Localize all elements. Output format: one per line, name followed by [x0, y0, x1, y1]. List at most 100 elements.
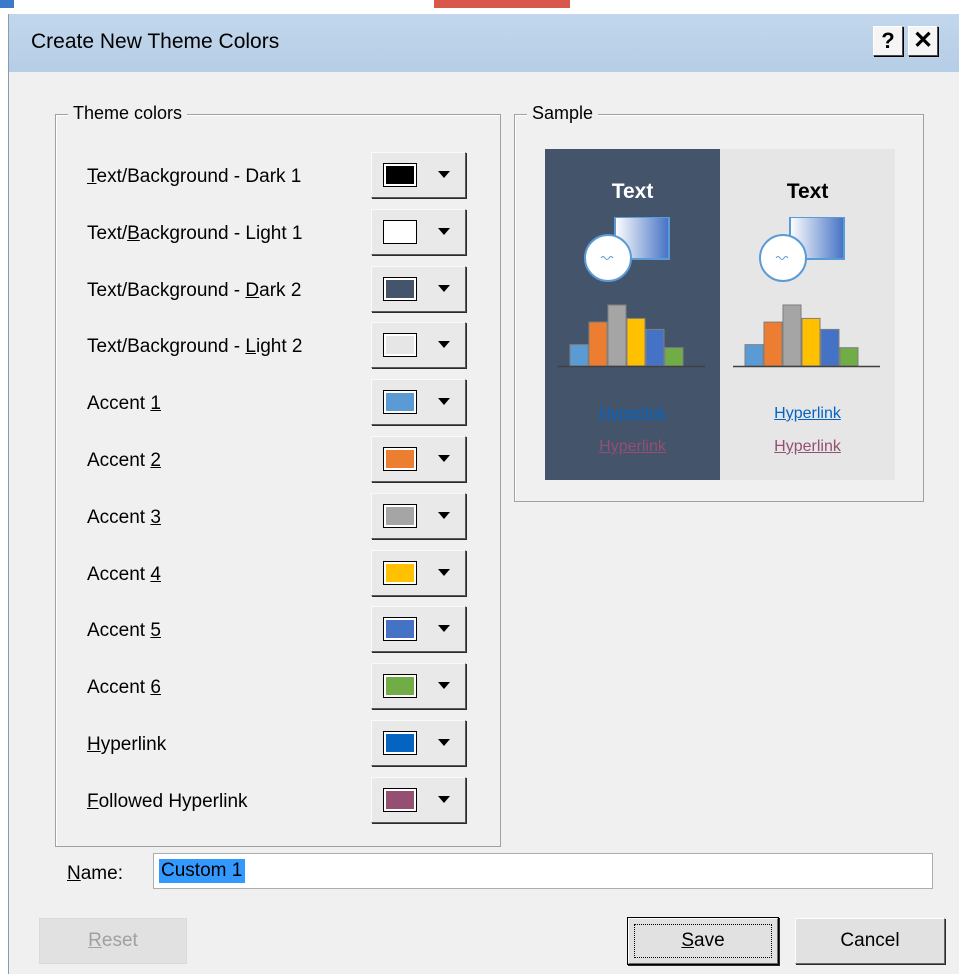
theme-color-row: Text/Background - Light 1 [56, 206, 500, 262]
theme-color-row: Accent 6 [56, 660, 500, 716]
cancel-button[interactable]: Cancel [795, 918, 945, 964]
color-picker-button[interactable] [371, 720, 466, 766]
name-input[interactable]: Custom 1 [153, 853, 933, 889]
color-swatch [383, 276, 417, 301]
theme-color-row: Accent 3 [56, 490, 500, 546]
theme-color-row: Accent 5 [56, 603, 500, 659]
dropdown-arrow-icon [438, 739, 450, 746]
background-highlight [434, 0, 570, 8]
theme-color-label: Text/Background - Dark 1 [87, 166, 302, 187]
sample-text-dark: Text [611, 180, 654, 203]
dropdown-arrow-icon [438, 795, 450, 803]
theme-color-label: Hyperlink [87, 734, 167, 755]
theme-colors-dialog: Create New Theme Colors ? ✕ Theme colors… [8, 14, 959, 974]
sample-shapes-dark [584, 217, 670, 282]
theme-color-row: Accent 1 [56, 376, 500, 432]
sample-bar [588, 321, 608, 367]
color-picker-button[interactable] [371, 663, 466, 710]
dropdown-arrow-icon [438, 341, 450, 349]
sample-dark-panel: Text Hyperlink Hyperlink [545, 149, 720, 480]
color-swatch [383, 560, 417, 585]
sample-circle-shape [584, 234, 632, 282]
sample-hyperlink-dark: Hyperlink [599, 405, 666, 422]
dropdown-arrow-icon [438, 284, 450, 292]
theme-color-label: Text/Background - Dark 2 [87, 279, 302, 301]
theme-color-row: Accent 4 [56, 547, 500, 603]
sample-bar [645, 328, 665, 367]
color-swatch [383, 390, 417, 415]
dropdown-arrow-icon [438, 625, 450, 633]
color-picker-button[interactable] [371, 549, 466, 596]
theme-color-row: Hyperlink [56, 717, 500, 773]
sample-shapes-light [759, 217, 845, 282]
sample-bar [744, 344, 764, 367]
color-picker-button[interactable] [371, 436, 466, 482]
dropdown-arrow-icon [438, 227, 450, 235]
color-picker-button[interactable] [371, 492, 466, 539]
theme-color-label: Text/Background - Light 2 [87, 336, 303, 358]
color-swatch [383, 731, 417, 755]
color-swatch [383, 163, 417, 187]
color-picker-button[interactable] [371, 606, 466, 653]
theme-color-label: Accent 6 [87, 677, 161, 699]
name-input-value: Custom 1 [159, 859, 246, 883]
color-swatch [383, 674, 417, 699]
dropdown-arrow-icon [438, 398, 450, 406]
color-picker-button[interactable] [371, 379, 466, 426]
theme-colors-legend: Theme colors [68, 103, 188, 124]
sample-light-panel: Text Hyperlink Hyperlink [720, 149, 895, 480]
color-swatch [383, 333, 417, 358]
sample-bar-chart-dark [558, 304, 705, 368]
sample-legend: Sample [527, 103, 599, 124]
theme-color-row: Text/Background - Dark 1 [56, 149, 500, 205]
color-swatch [383, 617, 417, 642]
sample-bar [569, 344, 589, 367]
name-label: Name: [67, 863, 123, 884]
sample-text-light: Text [786, 180, 829, 203]
color-picker-button[interactable] [371, 322, 466, 369]
color-swatch [383, 447, 417, 471]
color-swatch [383, 787, 417, 812]
sample-bar-chart-light [733, 304, 880, 368]
help-button[interactable]: ? [873, 26, 903, 56]
theme-color-label: Accent 1 [87, 393, 161, 415]
sample-preview: Text Hyperlink Hyperlink Text Hyperlink … [545, 149, 895, 480]
color-picker-button[interactable] [371, 265, 466, 312]
sample-circle-shape [759, 234, 807, 282]
theme-color-label: Accent 2 [87, 450, 161, 471]
theme-color-label: Accent 3 [87, 506, 161, 528]
sample-hyperlink-light: Hyperlink [774, 405, 841, 422]
color-picker-button[interactable] [371, 208, 466, 255]
sample-bar [763, 321, 783, 367]
theme-color-label: Followed Hyperlink [87, 790, 248, 812]
save-button[interactable]: Save [628, 918, 778, 964]
sample-followed-hyperlink-light: Hyperlink [774, 438, 841, 455]
theme-color-row: Text/Background - Dark 2 [56, 263, 500, 319]
dropdown-arrow-icon [438, 568, 450, 576]
close-button[interactable]: ✕ [908, 26, 938, 56]
dropdown-arrow-icon [438, 682, 450, 690]
sample-followed-hyperlink-dark: Hyperlink [599, 438, 666, 455]
sample-bar [782, 304, 802, 367]
color-picker-button[interactable] [371, 152, 466, 198]
theme-color-row: Text/Background - Light 2 [56, 319, 500, 375]
sample-group: Sample Text Hyperlink Hyperlink Text Hyp… [514, 103, 924, 502]
theme-color-label: Accent 5 [87, 620, 161, 642]
dialog-title: Create New Theme Colors [31, 30, 280, 53]
color-swatch [383, 503, 417, 528]
sample-bar [607, 304, 627, 367]
sample-bar [664, 347, 684, 367]
theme-color-label: Text/Background - Light 1 [87, 222, 303, 244]
color-picker-button[interactable] [371, 776, 466, 823]
dropdown-arrow-icon [438, 455, 450, 462]
sample-bar [801, 317, 821, 367]
sample-bar [839, 347, 859, 367]
dropdown-arrow-icon [438, 511, 450, 519]
dropdown-arrow-icon [438, 171, 450, 178]
theme-color-row: Accent 2 [56, 433, 500, 489]
reset-button[interactable]: Reset [39, 918, 187, 964]
background-window-strip [0, 0, 959, 14]
background-icon [0, 0, 14, 8]
theme-colors-group: Theme colors Text/Background - Dark 1 Tex… [55, 103, 501, 847]
title-bar[interactable]: Create New Theme Colors ? ✕ [9, 14, 959, 72]
